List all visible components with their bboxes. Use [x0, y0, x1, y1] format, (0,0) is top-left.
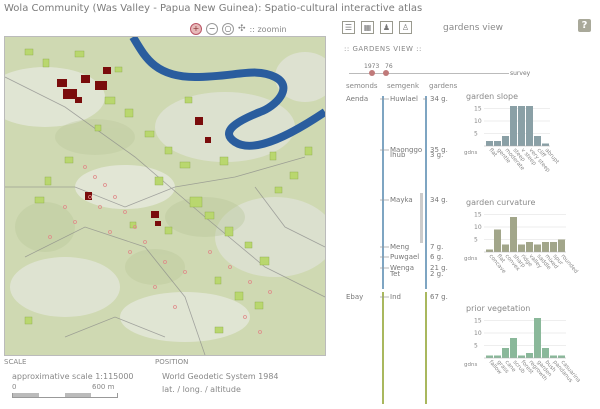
histogram-title-vegetation: prior vegetation — [466, 304, 531, 313]
histogram-bar[interactable] — [510, 106, 517, 146]
column-header-3: gardens — [429, 82, 458, 90]
histogram-bar[interactable] — [526, 242, 533, 252]
histogram-slope-svg: 15105gdns flatgentlemoderatesteepv steepv… — [464, 106, 560, 175]
histogram-bar[interactable] — [510, 338, 517, 358]
view-switcher: ☰ ▦ ♟ ♙ — [342, 21, 412, 34]
histogram-bar[interactable] — [486, 141, 493, 146]
histogram-bar[interactable] — [526, 106, 533, 146]
histogram-y-tick: 15 — [474, 318, 482, 325]
histogram-bar[interactable] — [518, 355, 525, 359]
app-title: Wola Community (Was Valley - Papua New G… — [4, 3, 423, 14]
histogram-slope: 15 10 5 gdns flat gentle moderate steep v steep v… — [462, 104, 572, 188]
scale-text: approximative scale 1:115000 — [12, 372, 134, 381]
histogram-y-tick: 10 — [474, 118, 482, 125]
column-header-2: semgenk — [387, 82, 420, 90]
timeline-year-2: 76 — [385, 63, 393, 70]
histogram-bar[interactable] — [518, 106, 525, 146]
histogram-y-tick: 15 — [474, 106, 482, 113]
chart-view-icon[interactable]: ▦ — [361, 21, 374, 34]
timeline-year-1: 1973 — [364, 63, 380, 70]
histogram-bar[interactable] — [486, 249, 493, 253]
histogram-x-label: rounded — [559, 253, 578, 274]
histogram-axis-label: gdns — [464, 150, 477, 156]
histogram-y-tick: 10 — [474, 330, 482, 337]
histogram-bar[interactable] — [558, 239, 565, 253]
scale-bar — [12, 393, 118, 398]
histogram-bar[interactable] — [502, 348, 509, 358]
clan-line-ebay — [382, 292, 384, 404]
histogram-bar[interactable] — [494, 355, 501, 359]
histogram-axis-label: gdns — [464, 362, 477, 368]
pan-icon[interactable]: ✣ — [238, 24, 246, 34]
histogram-bar[interactable] — [558, 355, 565, 359]
histogram-bar[interactable] — [494, 141, 501, 146]
clan-label-ebay[interactable]: Ebay — [346, 293, 363, 301]
histogram-bar[interactable] — [502, 244, 509, 253]
zoom-full-icon[interactable]: ○ — [222, 23, 234, 35]
histogram-bar[interactable] — [534, 136, 541, 146]
scale-max-label: 600 m — [92, 383, 115, 391]
garden-line-ebay — [425, 292, 427, 404]
person-view-icon[interactable]: ♙ — [399, 21, 412, 34]
row-ticks — [380, 98, 427, 298]
people-view-icon[interactable]: ♟ — [380, 21, 393, 34]
histogram-bar[interactable] — [486, 355, 493, 359]
histogram-y-tick: 5 — [474, 237, 478, 244]
list-view-icon[interactable]: ☰ — [342, 21, 355, 34]
histogram-title-curvature: garden curvature — [466, 198, 536, 207]
histogram-axis-label: gdns — [464, 256, 477, 262]
scale-min-label: 0 — [12, 383, 17, 391]
clan-label-aenda[interactable]: Aenda — [346, 95, 368, 103]
histogram-bar[interactable] — [542, 348, 549, 358]
histogram-bar[interactable] — [534, 318, 541, 358]
histogram-vegetation-svg: 15105gdns fallowgrasscanescrubforestregro… — [464, 318, 581, 385]
position-heading: POSITION — [155, 358, 189, 366]
timeline-marker-2[interactable] — [383, 70, 389, 76]
panel-heading: :: GARDENS VIEW :: — [344, 45, 422, 53]
zoom-in-icon[interactable]: + — [190, 23, 202, 35]
histogram-y-tick: 5 — [474, 131, 478, 138]
histogram-y-tick: 10 — [474, 224, 482, 231]
position-fields: lat. / long. / altitude — [162, 385, 241, 394]
histogram-bar[interactable] — [494, 229, 501, 253]
histogram-y-tick: 5 — [474, 343, 478, 350]
histogram-bar[interactable] — [550, 355, 557, 359]
histogram-y-tick: 15 — [474, 212, 482, 219]
histogram-bar[interactable] — [518, 244, 525, 253]
timeline-end-label: survey — [510, 70, 531, 77]
histogram-vegetation: 15 10 5 gdns fallow grass cane scrub forest regro… — [462, 316, 592, 405]
histogram-bar[interactable] — [550, 242, 557, 252]
position-system: World Geodetic System 1984 — [162, 372, 279, 381]
histogram-bar[interactable] — [526, 353, 533, 358]
column-header-1: semonds — [346, 82, 378, 90]
histogram-title-slope: garden slope — [466, 92, 519, 101]
map-svg — [5, 37, 325, 355]
help-button[interactable]: ? — [578, 19, 591, 32]
histogram-bar[interactable] — [542, 242, 549, 252]
zoom-out-icon[interactable]: − — [206, 23, 218, 35]
histogram-bar[interactable] — [534, 244, 541, 253]
timeline-marker-1[interactable] — [369, 70, 375, 76]
current-view-title: gardens view — [443, 23, 503, 33]
map-canvas[interactable] — [4, 36, 326, 356]
histogram-bar[interactable] — [510, 217, 517, 252]
histogram-bar[interactable] — [542, 143, 549, 147]
zoom-mode-label: :: zoomin — [249, 24, 287, 34]
scale-heading: SCALE — [4, 358, 27, 366]
histogram-curvature: 15 10 5 gdns concave flat convex sharp ridge vall… — [462, 210, 592, 299]
zoom-toolbar: + − ○ ✣ :: zoomin — [190, 22, 287, 36]
histogram-bar[interactable] — [502, 136, 509, 146]
histogram-curvature-svg: 15105gdns concaveflatconvexsharpridgevall… — [464, 212, 579, 276]
